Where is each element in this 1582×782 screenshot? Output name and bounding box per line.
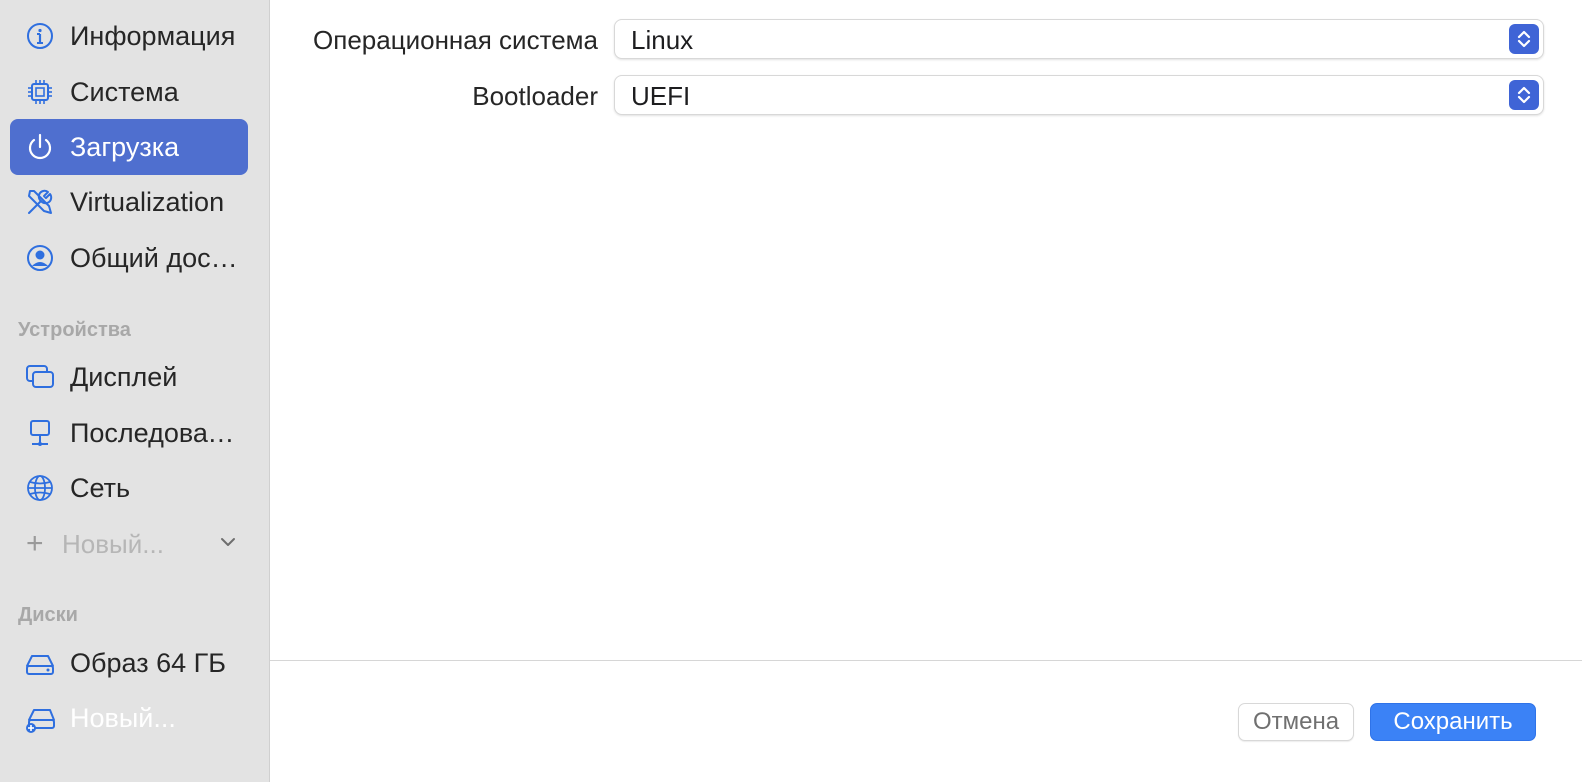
sidebar-item-label: Дисплей xyxy=(70,361,178,392)
new-device-button[interactable]: + Новый... xyxy=(26,524,246,564)
chevron-down-icon[interactable] xyxy=(218,532,238,557)
drive-add-icon xyxy=(24,701,58,735)
sidebar-item-network[interactable]: Сеть xyxy=(10,460,248,516)
save-button[interactable]: Сохранить xyxy=(1370,703,1536,741)
bootloader-select-value: UEFI xyxy=(631,81,691,111)
sidebar-item-display[interactable]: Дисплей xyxy=(10,349,248,405)
serial-icon xyxy=(24,416,58,450)
drive-icon xyxy=(24,646,58,680)
bootloader-select[interactable]: UEFI xyxy=(614,75,1544,115)
plus-icon: + xyxy=(26,527,44,560)
sidebar-item-serial[interactable]: Последовательный порт xyxy=(10,405,248,461)
os-label: Операционная система xyxy=(313,25,598,55)
wrench-screwdriver-icon xyxy=(24,185,58,219)
sidebar-item-label: Загрузка xyxy=(70,131,180,162)
os-select[interactable]: Linux xyxy=(614,19,1544,59)
sidebar-item-virtualization[interactable]: Virtualization xyxy=(10,174,248,230)
sidebar-item-boot[interactable]: Загрузка xyxy=(10,119,248,175)
info-icon xyxy=(24,19,58,53)
display-icon xyxy=(24,360,58,394)
sidebar-item-label: Virtualization xyxy=(70,186,225,217)
devices-section-header: Устройства xyxy=(18,319,131,341)
sidebar-item-info[interactable]: Информация xyxy=(10,8,248,64)
os-row: Операционная система Linux xyxy=(270,19,1560,63)
cancel-button[interactable]: Отмена xyxy=(1238,703,1354,741)
sidebar-item-new-disk[interactable]: Новый... xyxy=(10,690,248,746)
sidebar-item-label: Общий доступ xyxy=(70,242,240,273)
disks-section-header: Диски xyxy=(18,604,78,626)
os-select-value: Linux xyxy=(631,25,694,55)
footer-divider xyxy=(270,660,1582,661)
select-stepper-icon xyxy=(1509,80,1539,110)
sidebar-item-label: Образ 64 ГБ xyxy=(70,647,226,678)
sidebar-item-system[interactable]: Система xyxy=(10,64,248,120)
sidebar-item-label: Сеть xyxy=(70,472,131,503)
globe-icon xyxy=(24,471,58,505)
bootloader-row: Bootloader UEFI xyxy=(270,75,1560,119)
power-icon xyxy=(24,130,58,164)
person-circle-icon xyxy=(24,241,58,275)
select-stepper-icon xyxy=(1509,24,1539,54)
new-device-label: Новый... xyxy=(62,528,164,559)
sidebar-item-sharing[interactable]: Общий доступ xyxy=(10,230,248,286)
sidebar-item-label: Информация xyxy=(70,20,236,51)
sidebar: Информация Система Загрузка Virtualizati… xyxy=(0,0,270,782)
bootloader-label: Bootloader xyxy=(472,81,598,111)
sidebar-item-disk-image[interactable]: Образ 64 ГБ xyxy=(10,635,248,691)
sidebar-item-label: Новый... xyxy=(70,702,176,733)
cpu-icon xyxy=(24,75,58,109)
sidebar-item-label: Система xyxy=(70,76,179,107)
sidebar-item-label: Последовательный порт xyxy=(70,417,240,448)
